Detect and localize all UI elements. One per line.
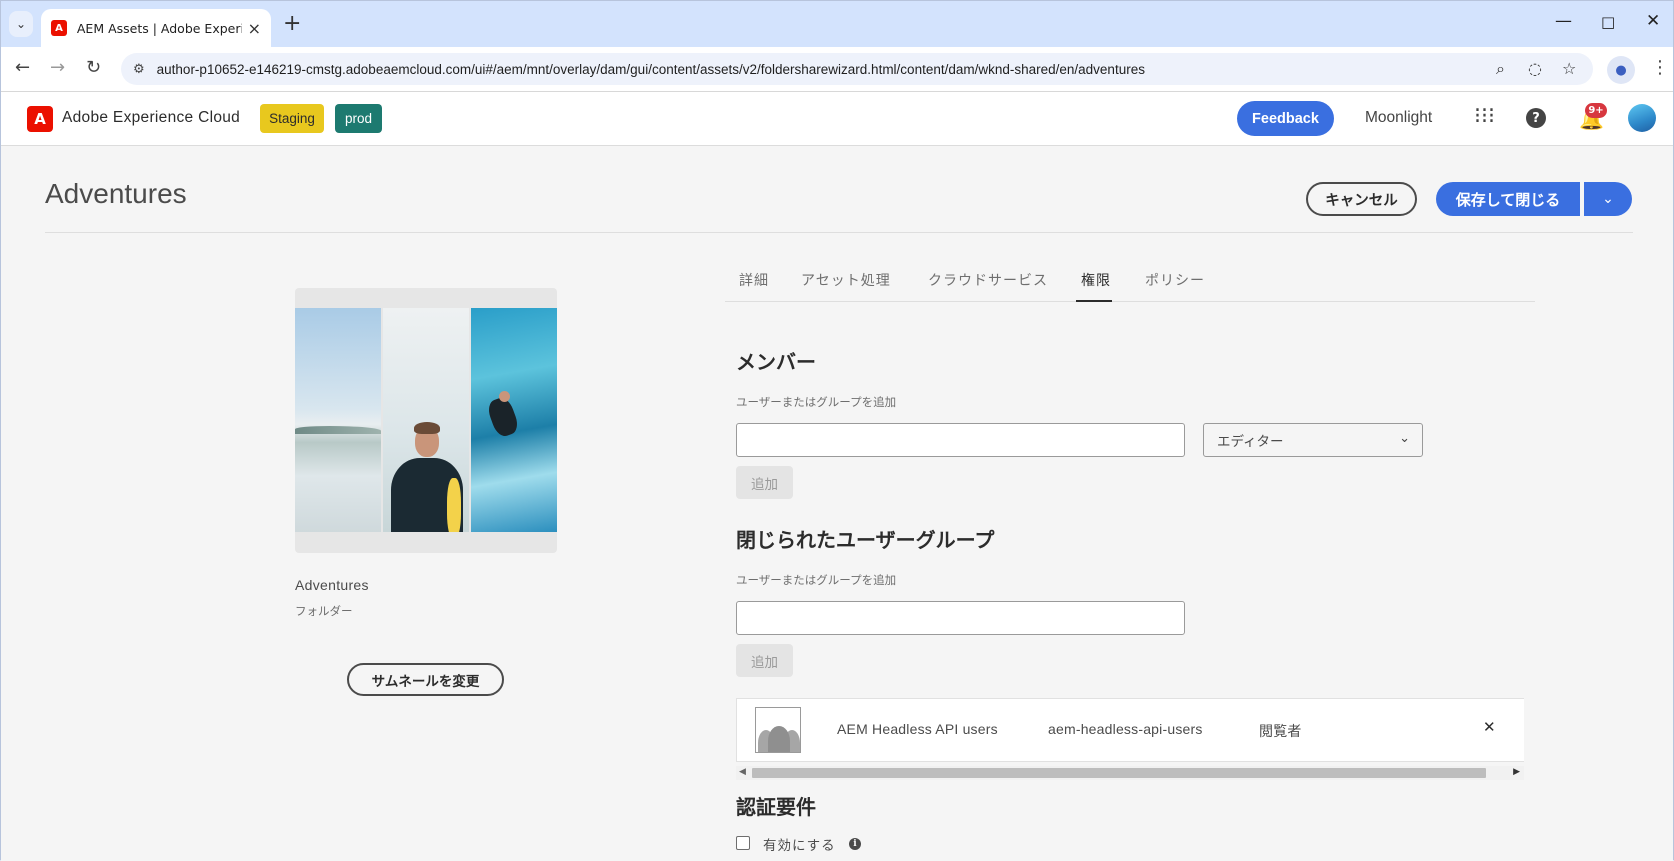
close-window-icon[interactable]: ✕ <box>1646 11 1660 31</box>
change-thumbnail-button[interactable]: サムネールを変更 <box>347 663 504 696</box>
minimize-icon[interactable]: — <box>1555 11 1572 31</box>
browser-toolbar: ← → ↻ ⚙ author-p10652-e146219-cmstg.adob… <box>1 47 1673 92</box>
cug-member-row: AEM Headless API users aem-headless-api-… <box>736 698 1524 762</box>
reload-icon[interactable]: ↻ <box>86 57 101 78</box>
cug-field-label: ユーザーまたはグループを追加 <box>736 573 897 587</box>
enable-auth-label[interactable]: 有効にする <box>763 834 836 854</box>
surfer-portrait-photo <box>383 308 469 532</box>
active-tab-indicator <box>1076 300 1112 302</box>
scrollbar-thumb[interactable] <box>752 768 1486 778</box>
help-icon[interactable]: ? <box>1526 108 1546 128</box>
tab-asset-processing[interactable]: アセット処理 <box>801 270 891 290</box>
maximize-icon[interactable]: □ <box>1601 13 1615 31</box>
adobe-favicon-icon: A <box>51 20 67 36</box>
url-text: author-p10652-e146219-cmstg.adobeaemclou… <box>156 61 1145 77</box>
tab-search-button[interactable]: ⌄ <box>9 11 33 37</box>
remove-member-icon[interactable]: ✕ <box>1483 718 1496 736</box>
page-title: Adventures <box>45 178 187 209</box>
members-field-label: ユーザーまたはグループを追加 <box>736 395 897 409</box>
group-avatar-icon <box>755 707 801 753</box>
member-display-name: AEM Headless API users <box>837 721 998 737</box>
surfing-wave-photo <box>471 308 557 532</box>
role-select[interactable]: エディター ⌄ <box>1203 423 1423 457</box>
browser-menu-icon[interactable]: ⋮ <box>1651 57 1669 78</box>
bookmark-star-icon[interactable]: ☆ <box>1562 59 1576 78</box>
env-badge-staging: Staging <box>260 104 324 133</box>
members-user-input[interactable] <box>736 423 1185 457</box>
browser-tab[interactable]: A AEM Assets | Adobe Experience × <box>41 9 271 47</box>
member-role: 閲覧者 <box>1259 723 1302 739</box>
save-options-button[interactable]: ⌄ <box>1584 182 1632 216</box>
new-tab-icon[interactable]: + <box>283 11 301 36</box>
cug-add-button[interactable]: 追加 <box>736 644 793 677</box>
folder-thumbnail <box>295 288 557 553</box>
app-switcher-icon[interactable]: ⁝⁝⁝ <box>1474 104 1495 129</box>
tab-permissions[interactable]: 権限 <box>1081 270 1111 290</box>
scroll-left-icon[interactable]: ◀ <box>739 767 746 777</box>
save-close-button[interactable]: 保存して閉じる <box>1436 182 1580 216</box>
beach-photo <box>295 308 381 532</box>
back-icon[interactable]: ← <box>15 57 30 78</box>
info-icon[interactable]: i <box>849 838 861 850</box>
horizontal-scrollbar[interactable]: ◀ ▶ <box>736 766 1524 780</box>
notification-badge: 9+ <box>1585 103 1607 118</box>
members-add-button[interactable]: 追加 <box>736 466 793 499</box>
scroll-right-icon[interactable]: ▶ <box>1513 767 1520 777</box>
member-id: aem-headless-api-users <box>1048 721 1203 737</box>
properties-page: Adventures キャンセル 保存して閉じる ⌄ Adventures フォ… <box>1 146 1673 861</box>
auth-heading: 認証要件 <box>736 795 816 819</box>
chevron-down-icon: ⌄ <box>15 17 27 31</box>
tab-policies[interactable]: ポリシー <box>1145 270 1205 290</box>
brand-name[interactable]: Adobe Experience Cloud <box>62 109 240 127</box>
enable-auth-checkbox[interactable] <box>736 836 750 850</box>
properties-tabs: 詳細 アセット処理 クラウドサービス 権限 ポリシー <box>725 260 1535 302</box>
cancel-button[interactable]: キャンセル <box>1306 182 1417 216</box>
title-divider <box>45 232 1633 233</box>
folder-name: Adventures <box>295 577 369 593</box>
tab-strip: ⌄ A AEM Assets | Adobe Experience × + — … <box>1 1 1673 47</box>
tracking-protection-icon[interactable]: ◌ <box>1528 59 1542 78</box>
tab-cloud-services[interactable]: クラウドサービス <box>928 270 1048 290</box>
feedback-button[interactable]: Feedback <box>1237 101 1334 136</box>
cug-heading: 閉じられたユーザーグループ <box>736 528 995 552</box>
browser-window: ⌄ A AEM Assets | Adobe Experience × + — … <box>0 0 1674 861</box>
tab-title: AEM Assets | Adobe Experience <box>76 20 242 36</box>
zoom-icon[interactable]: ⌕ <box>1496 59 1505 79</box>
user-avatar[interactable] <box>1628 104 1656 132</box>
tab-details[interactable]: 詳細 <box>739 270 769 290</box>
chevron-down-icon: ⌄ <box>1602 191 1614 207</box>
folder-type: フォルダー <box>295 604 353 618</box>
org-switcher[interactable]: Moonlight <box>1365 109 1432 127</box>
role-select-value: エディター <box>1217 434 1284 450</box>
adobe-logo-icon[interactable]: A <box>27 106 53 132</box>
profile-icon[interactable]: ● <box>1607 56 1635 84</box>
tab-close-icon[interactable]: × <box>248 19 261 38</box>
chevron-down-icon: ⌄ <box>1399 431 1410 446</box>
address-bar[interactable]: ⚙ author-p10652-e146219-cmstg.adobeaemcl… <box>121 53 1593 85</box>
app-header: A Adobe Experience Cloud Staging prod Fe… <box>1 92 1673 146</box>
cug-user-input[interactable] <box>736 601 1185 635</box>
members-heading: メンバー <box>736 350 816 374</box>
env-badge-prod: prod <box>335 104 382 133</box>
forward-icon[interactable]: → <box>50 57 65 78</box>
thumbnail-collage <box>295 308 557 532</box>
site-info-icon[interactable]: ⚙ <box>133 62 145 77</box>
